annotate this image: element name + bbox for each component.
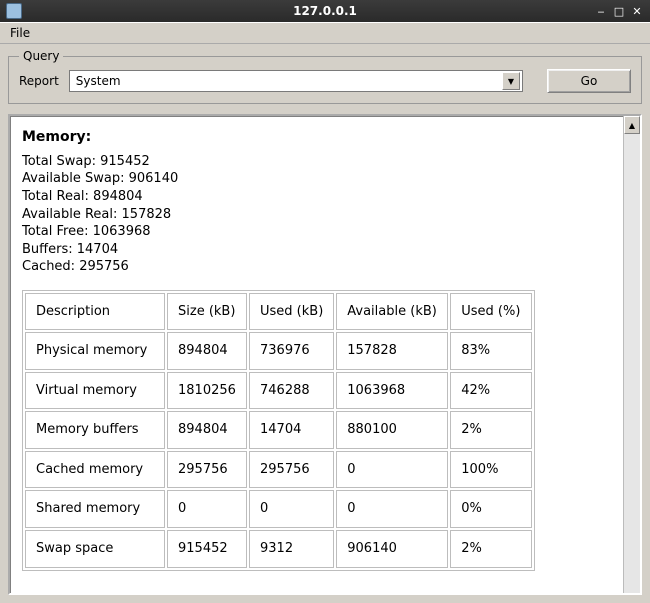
results-content: Memory: Total Swap: 915452 Available Swa… [10, 116, 623, 593]
stat-total-free: Total Free: 1063968 [22, 223, 611, 241]
go-button[interactable]: Go [547, 69, 631, 93]
query-groupbox: Query Report System ▼ Go [8, 56, 642, 104]
cell-avail: 157828 [336, 332, 448, 370]
cell-desc: Memory buffers [25, 411, 165, 449]
cell-pct: 42% [450, 372, 532, 410]
memory-table-header-row: Description Size (kB) Used (kB) Availabl… [25, 293, 532, 331]
cell-desc: Swap space [25, 530, 165, 568]
cell-used: 746288 [249, 372, 334, 410]
cell-avail: 0 [336, 490, 448, 528]
table-row: Memory buffers894804147048801002% [25, 411, 532, 449]
cell-used: 9312 [249, 530, 334, 568]
cell-desc: Physical memory [25, 332, 165, 370]
stat-avail-real: Available Real: 157828 [22, 206, 611, 224]
scroll-up-icon[interactable]: ▲ [624, 116, 640, 134]
memory-table: Description Size (kB) Used (kB) Availabl… [22, 290, 535, 571]
table-row: Swap space91545293129061402% [25, 530, 532, 568]
cell-desc: Cached memory [25, 451, 165, 489]
table-row: Cached memory2957562957560100% [25, 451, 532, 489]
scroll-track[interactable] [624, 134, 640, 593]
col-description: Description [25, 293, 165, 331]
cell-size: 1810256 [167, 372, 247, 410]
chevron-down-icon[interactable]: ▼ [502, 72, 520, 90]
minimize-button[interactable]: ‒ [594, 4, 608, 18]
titlebar: 127.0.0.1 ‒ □ ✕ [0, 0, 650, 22]
table-row: Virtual memory1810256746288106396842% [25, 372, 532, 410]
maximize-button[interactable]: □ [612, 4, 626, 18]
cell-avail: 906140 [336, 530, 448, 568]
col-available: Available (kB) [336, 293, 448, 331]
table-row: Shared memory0000% [25, 490, 532, 528]
query-row: Report System ▼ Go [19, 69, 631, 93]
col-used-pct: Used (%) [450, 293, 532, 331]
menu-file[interactable]: File [4, 24, 36, 42]
menubar: File [0, 22, 650, 44]
memory-heading: Memory: [22, 128, 611, 147]
report-select-value: System [76, 74, 502, 88]
memory-stats: Total Swap: 915452 Available Swap: 90614… [22, 153, 611, 276]
cell-size: 894804 [167, 332, 247, 370]
window-controls: ‒ □ ✕ [594, 4, 644, 18]
close-button[interactable]: ✕ [630, 4, 644, 18]
cell-size: 295756 [167, 451, 247, 489]
stat-buffers: Buffers: 14704 [22, 241, 611, 259]
client-area: Query Report System ▼ Go Memory: Total S… [0, 44, 650, 603]
stat-cached: Cached: 295756 [22, 258, 611, 276]
col-used: Used (kB) [249, 293, 334, 331]
report-select[interactable]: System ▼ [69, 70, 523, 92]
cell-desc: Shared memory [25, 490, 165, 528]
vertical-scrollbar[interactable]: ▲ [623, 116, 640, 593]
cell-size: 915452 [167, 530, 247, 568]
cell-size: 894804 [167, 411, 247, 449]
cell-avail: 1063968 [336, 372, 448, 410]
cell-pct: 2% [450, 411, 532, 449]
cell-used: 14704 [249, 411, 334, 449]
results-panel: Memory: Total Swap: 915452 Available Swa… [8, 114, 642, 595]
cell-pct: 0% [450, 490, 532, 528]
cell-size: 0 [167, 490, 247, 528]
cell-pct: 83% [450, 332, 532, 370]
cell-avail: 880100 [336, 411, 448, 449]
table-row: Physical memory89480473697615782883% [25, 332, 532, 370]
stat-avail-swap: Available Swap: 906140 [22, 170, 611, 188]
cell-desc: Virtual memory [25, 372, 165, 410]
report-label: Report [19, 74, 59, 88]
cell-used: 295756 [249, 451, 334, 489]
app-icon [6, 3, 22, 19]
cell-used: 736976 [249, 332, 334, 370]
stat-total-swap: Total Swap: 915452 [22, 153, 611, 171]
cell-pct: 2% [450, 530, 532, 568]
query-legend: Query [19, 49, 63, 63]
cell-used: 0 [249, 490, 334, 528]
window-title: 127.0.0.1 [0, 4, 650, 18]
cell-avail: 0 [336, 451, 448, 489]
cell-pct: 100% [450, 451, 532, 489]
stat-total-real: Total Real: 894804 [22, 188, 611, 206]
col-size: Size (kB) [167, 293, 247, 331]
